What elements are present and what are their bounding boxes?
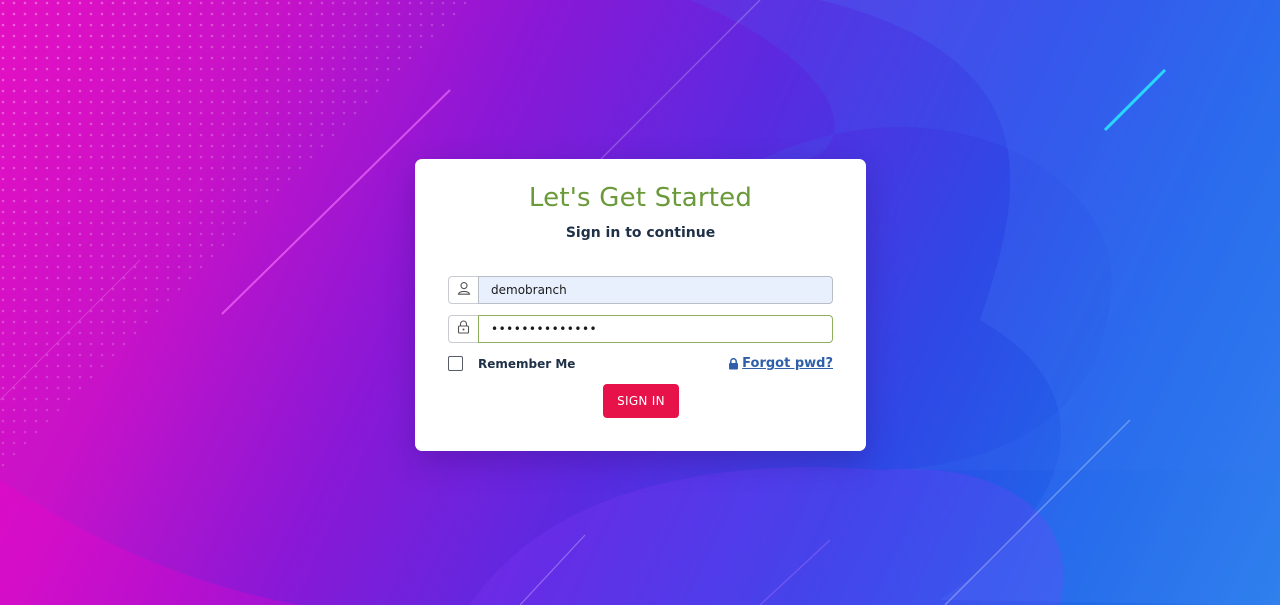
username-addon bbox=[448, 276, 478, 304]
user-icon bbox=[457, 281, 471, 300]
remember-me[interactable]: Remember Me bbox=[448, 356, 575, 371]
password-group bbox=[448, 315, 833, 343]
username-input[interactable] bbox=[478, 276, 833, 304]
remember-label: Remember Me bbox=[478, 356, 576, 371]
password-addon bbox=[448, 315, 478, 343]
login-card: Let's Get Started Sign in to continue de… bbox=[415, 159, 866, 451]
lock-icon bbox=[728, 357, 739, 370]
sign-in-button[interactable]: SIGN IN bbox=[603, 384, 679, 418]
page-subtitle: Sign in to continue bbox=[565, 225, 716, 241]
lock-icon bbox=[457, 320, 470, 339]
remember-checkbox[interactable] bbox=[448, 356, 463, 371]
forgot-password-link[interactable]: Forgot pwd? bbox=[728, 356, 833, 371]
page-title: Let's Get Started bbox=[528, 183, 753, 213]
password-input[interactable] bbox=[478, 315, 833, 343]
forgot-password-label[interactable]: Forgot pwd? bbox=[742, 356, 833, 371]
username-group bbox=[448, 276, 833, 304]
